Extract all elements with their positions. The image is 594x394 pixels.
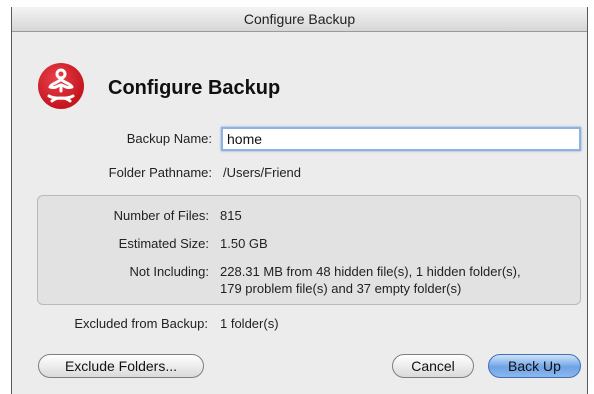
meditation-figure-icon [38,63,84,109]
folder-pathname-value: /Users/Friend [223,165,302,180]
not-including-line-2: 179 problem file(s) and 37 empty folder(… [220,281,462,296]
exclude-folders-button[interactable]: Exclude Folders... [38,354,204,378]
excluded-from-backup-value: 1 folder(s) [220,316,279,331]
excluded-from-backup-label: Excluded from Backup: [74,316,208,331]
page-title: Configure Backup [108,77,281,99]
folder-pathname-label: Folder Pathname: [108,165,212,180]
number-of-files-label: Number of Files: [113,208,209,223]
number-of-files-value: 815 [220,208,242,223]
backup-name-input[interactable] [221,127,581,151]
not-including-label: Not Including: [129,264,210,279]
cancel-button[interactable]: Cancel [392,354,474,378]
estimated-size-label: Estimated Size: [118,236,209,251]
back-up-button[interactable]: Back Up [488,354,581,378]
backup-name-label: Backup Name: [126,131,212,146]
estimated-size-value: 1.50 GB [220,236,268,251]
not-including-line-1: 228.31 MB from 48 hidden file(s), 1 hidd… [220,264,521,279]
window-title: Configure Backup [12,7,587,32]
configure-backup-window: Configure Backup Configure Backup Backup… [11,7,588,394]
